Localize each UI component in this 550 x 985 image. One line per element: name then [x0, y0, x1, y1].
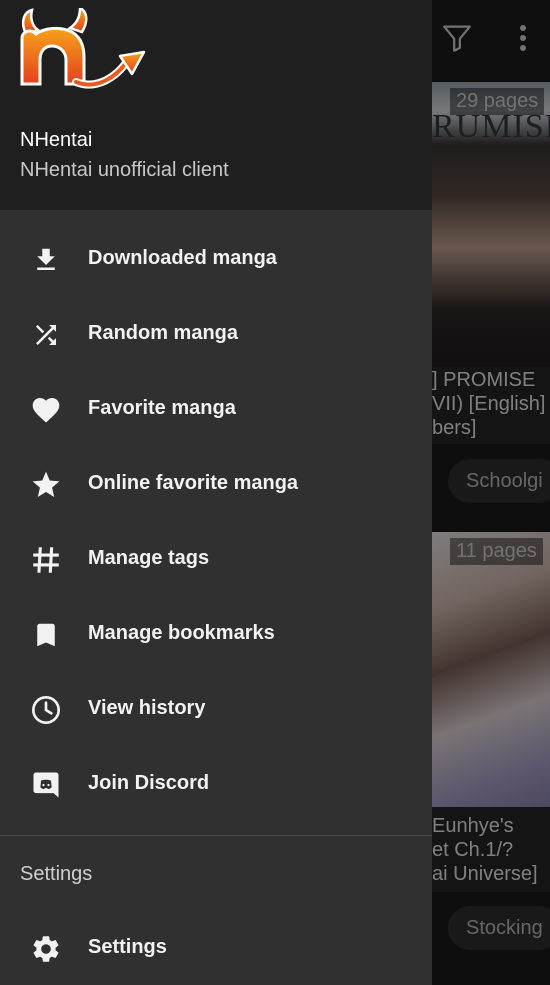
discord-icon: [28, 767, 64, 803]
shuffle-icon: [28, 317, 64, 353]
menu-item-label: View history: [88, 697, 206, 719]
app-logo-icon: [20, 8, 146, 89]
menu-item-label: Settings: [88, 936, 167, 958]
app-name: NHentai: [20, 129, 93, 151]
clock-icon: [28, 692, 64, 728]
app-subtitle: NHentai unofficial client: [20, 159, 229, 181]
navigation-drawer: NHentai NHentai unofficial client Downlo…: [0, 0, 432, 985]
settings-section-title: Settings: [20, 863, 93, 885]
menu-item-favorite-manga[interactable]: Favorite manga: [0, 373, 432, 448]
menu-item-label: Random manga: [88, 322, 239, 344]
menu-item-manage-tags[interactable]: Manage tags: [0, 523, 432, 598]
star-icon: [28, 467, 64, 503]
menu-item-downloaded-manga[interactable]: Downloaded manga: [0, 223, 432, 298]
menu-item-settings[interactable]: Settings: [0, 912, 432, 985]
menu-item-label: Manage bookmarks: [88, 622, 275, 644]
menu-item-online-favorite-manga[interactable]: Online favorite manga: [0, 448, 432, 523]
menu-item-random-manga[interactable]: Random manga: [0, 298, 432, 373]
menu-item-label: Online favorite manga: [88, 472, 299, 494]
menu-item-label: Join Discord: [88, 772, 210, 794]
menu-item-label: Downloaded manga: [88, 247, 277, 269]
drawer-header: NHentai NHentai unofficial client: [0, 0, 432, 210]
menu-item-manage-bookmarks[interactable]: Manage bookmarks: [0, 598, 432, 673]
menu-item-join-discord[interactable]: Join Discord: [0, 748, 432, 823]
bookmark-icon: [28, 617, 64, 653]
heart-icon: [28, 392, 64, 428]
hashtag-icon: [28, 542, 64, 578]
menu-item-label: Manage tags: [88, 547, 210, 569]
gear-icon: [28, 931, 64, 967]
menu-divider: [0, 835, 432, 836]
download-icon: [28, 242, 64, 278]
menu-item-view-history[interactable]: View history: [0, 673, 432, 748]
menu-item-label: Favorite manga: [88, 397, 236, 419]
